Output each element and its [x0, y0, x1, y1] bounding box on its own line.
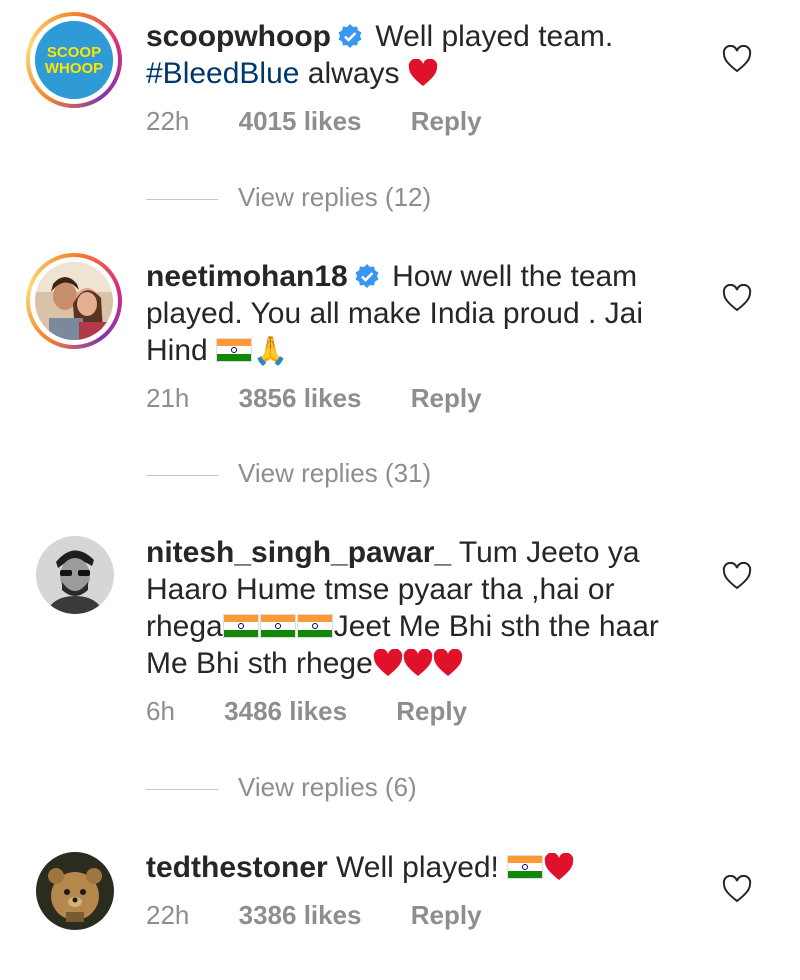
avatar: SCOOP WHOOP — [35, 21, 113, 99]
view-replies-button[interactable]: View replies (12) — [146, 182, 431, 213]
likes-count[interactable]: 4015 likes — [239, 106, 362, 136]
comment-text: neetimohan18 How well the team played. Y… — [146, 258, 686, 369]
red-heart-emoji-icon — [373, 649, 403, 676]
avatar-story-ring[interactable] — [26, 253, 122, 349]
comment-text: tedthestoner Well played! — [146, 849, 686, 886]
red-heart-emoji-icon — [408, 59, 438, 86]
avatar[interactable] — [36, 852, 114, 930]
likes-count[interactable]: 3486 likes — [224, 696, 347, 726]
username[interactable]: tedthestoner — [146, 851, 328, 884]
verified-badge-icon — [338, 24, 362, 48]
profile-photo — [36, 852, 114, 930]
divider-line — [146, 198, 218, 200]
reply-button[interactable]: Reply — [396, 696, 467, 726]
username[interactable]: scoopwhoop — [146, 20, 331, 53]
hashtag-link[interactable]: #BleedBlue — [146, 57, 299, 90]
view-replies-label: View replies (12) — [238, 182, 432, 212]
comment-body-end: always — [299, 57, 400, 90]
comment-meta: 22h 4015 likes Reply — [146, 106, 524, 137]
scoopwhoop-logo: SCOOP WHOOP — [35, 21, 113, 99]
reply-button[interactable]: Reply — [411, 383, 482, 413]
svg-text:WHOOP: WHOOP — [45, 60, 103, 77]
comment-text: scoopwhoop Well played team. #BleedBlue … — [146, 18, 686, 92]
view-replies-label: View replies (6) — [238, 772, 417, 802]
avatar — [35, 262, 113, 340]
timestamp: 22h — [146, 900, 190, 930]
view-replies-button[interactable]: View replies (6) — [146, 772, 417, 803]
svg-text:SCOOP: SCOOP — [47, 44, 101, 61]
red-heart-emoji-icon — [433, 649, 463, 676]
india-flag-emoji-icon — [507, 855, 544, 879]
profile-photo — [35, 262, 113, 340]
like-heart-icon[interactable] — [722, 284, 752, 312]
reply-button[interactable]: Reply — [411, 106, 482, 136]
timestamp: 6h — [146, 696, 175, 726]
avatar-story-ring[interactable]: SCOOP WHOOP — [26, 12, 122, 108]
comment-meta: 21h 3856 likes Reply — [146, 383, 524, 414]
reply-button[interactable]: Reply — [411, 900, 482, 930]
view-replies-button[interactable]: View replies (31) — [146, 458, 431, 489]
india-flag-emoji-icon — [259, 614, 296, 638]
comment-meta: 22h 3386 likes Reply — [146, 900, 524, 931]
avatar[interactable] — [36, 536, 114, 614]
red-heart-emoji-icon — [545, 853, 574, 880]
comment-body: Well played! — [336, 851, 499, 884]
like-heart-icon[interactable] — [722, 45, 752, 73]
like-heart-icon[interactable] — [722, 562, 752, 590]
india-flag-emoji-icon — [296, 614, 333, 638]
username[interactable]: neetimohan18 — [146, 260, 348, 293]
india-flag-emoji-icon — [222, 614, 259, 638]
comment-body: Well played team. — [375, 20, 614, 53]
folded-hands-emoji-icon: 🙏 — [253, 335, 288, 366]
red-heart-emoji-icon — [403, 649, 433, 676]
verified-badge-icon — [355, 264, 379, 288]
view-replies-label: View replies (31) — [238, 458, 432, 488]
like-heart-icon[interactable] — [722, 875, 752, 903]
divider-line — [146, 788, 218, 790]
timestamp: 22h — [146, 106, 190, 136]
divider-line — [146, 474, 218, 476]
india-flag-emoji-icon — [216, 338, 253, 362]
profile-photo — [36, 536, 114, 614]
comment-meta: 6h 3486 likes Reply — [146, 696, 509, 727]
likes-count[interactable]: 3386 likes — [239, 900, 362, 930]
username[interactable]: nitesh_singh_pawar_ — [146, 536, 451, 569]
comment-text: nitesh_singh_pawar_ Tum Jeeto ya Haaro H… — [146, 534, 696, 682]
likes-count[interactable]: 3856 likes — [239, 383, 362, 413]
timestamp: 21h — [146, 383, 190, 413]
